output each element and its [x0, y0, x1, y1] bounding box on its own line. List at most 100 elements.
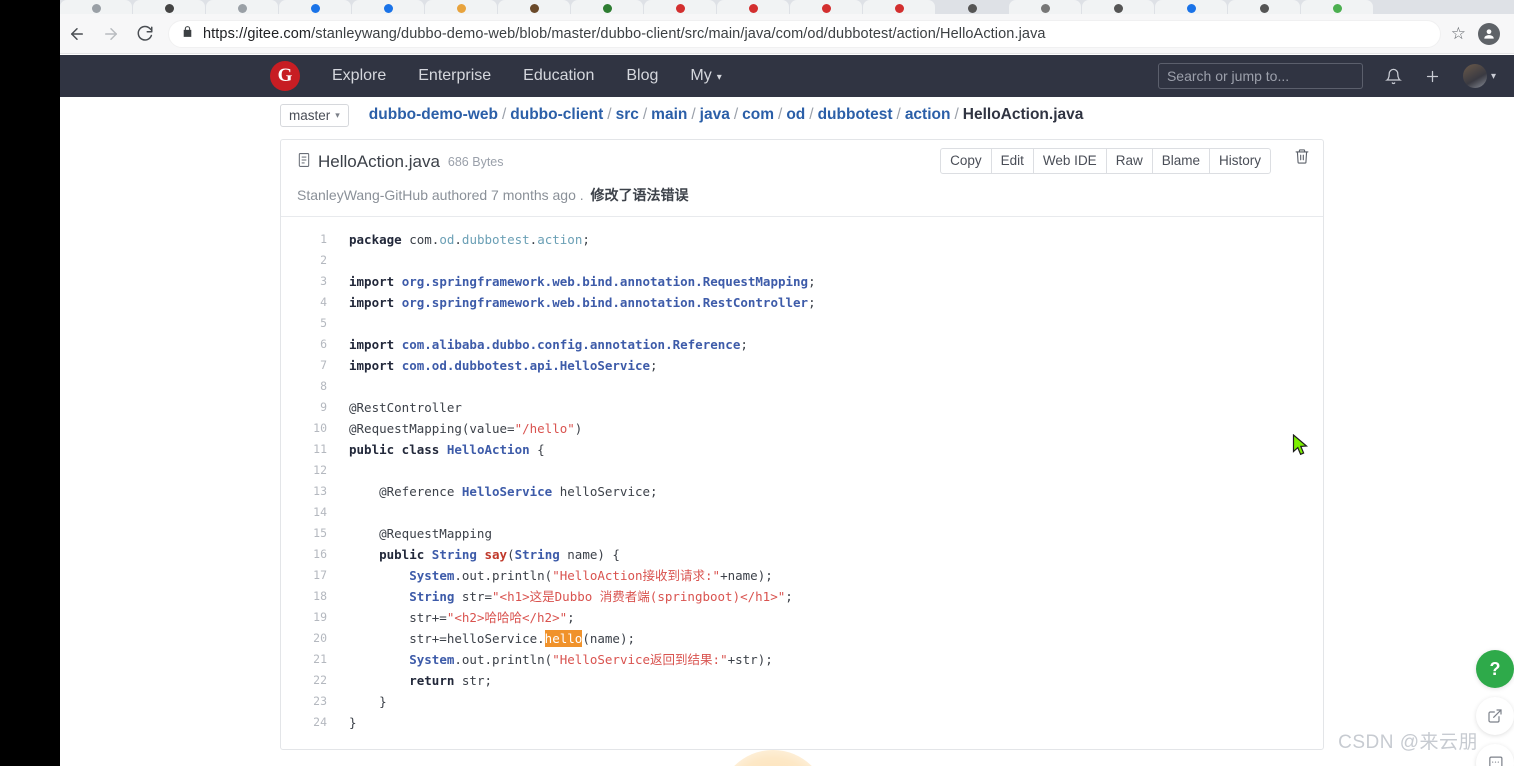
code-token: @RequestMapping(value=: [349, 421, 515, 436]
code-token: name) {: [559, 547, 620, 562]
tab-favicon-icon: [748, 3, 758, 13]
search-placeholder: Search or jump to...: [1166, 68, 1290, 84]
code-viewer[interactable]: 1 package com.od.dubbotest.action; 2 3 impor…: [281, 217, 1323, 766]
search-input[interactable]: Search or jump to...: [1157, 63, 1363, 89]
line-number: 12: [313, 463, 327, 477]
nav-link-education[interactable]: Education: [523, 67, 594, 85]
browser-window: https://gitee.com/stanleywang/dubbo-demo…: [60, 0, 1514, 766]
back-button[interactable]: [60, 17, 94, 51]
crumb-4[interactable]: java: [700, 106, 730, 123]
code-line: 16 public String say(String name) {: [281, 544, 1323, 565]
crumb-7[interactable]: dubbotest: [818, 106, 893, 123]
browser-tab[interactable]: [1155, 0, 1227, 14]
address-bar[interactable]: https://gitee.com/stanleywang/dubbo-demo…: [168, 19, 1441, 48]
crumb-6[interactable]: od: [786, 106, 805, 123]
branch-selector[interactable]: master ▾: [280, 103, 349, 127]
gitee-logo[interactable]: G: [270, 61, 300, 91]
line-number: 1: [320, 232, 327, 246]
code-token: say: [484, 547, 508, 562]
browser-tab[interactable]: [133, 0, 205, 14]
chevron-down-icon: ▾: [335, 109, 340, 120]
browser-tab[interactable]: [790, 0, 862, 14]
copy-button[interactable]: Copy: [941, 149, 992, 173]
crumb-2[interactable]: src: [616, 106, 639, 123]
code-token: ;: [785, 589, 793, 604]
breadcrumb: master ▾ dubbo-demo-web / dubbo-client / src…: [280, 101, 1083, 129]
avatar[interactable]: [1462, 64, 1487, 88]
crumb-sep: /: [642, 106, 648, 123]
code-token: com.: [409, 232, 440, 247]
browser-tab[interactable]: [498, 0, 570, 14]
blame-button[interactable]: Blame: [1153, 149, 1210, 173]
raw-button[interactable]: Raw: [1107, 149, 1153, 173]
crumb-1[interactable]: dubbo-client: [510, 106, 603, 123]
browser-tab[interactable]: [352, 0, 424, 14]
nav-link-enterprise[interactable]: Enterprise: [418, 67, 491, 85]
crumb-5[interactable]: com: [742, 106, 774, 123]
commit-author[interactable]: StanleyWang-GitHub: [297, 187, 428, 203]
plus-icon[interactable]: [1424, 68, 1441, 85]
code-token: com.alibaba.dubbo.config.annotation.Refe…: [401, 337, 741, 352]
browser-tab-strip[interactable]: [60, 0, 1514, 14]
line-number: 11: [313, 442, 327, 456]
code-token: ;: [582, 232, 590, 247]
crumb-3[interactable]: main: [651, 106, 687, 123]
browser-tab[interactable]: [571, 0, 643, 14]
code-token: action: [537, 232, 583, 247]
share-icon[interactable]: [1476, 697, 1514, 735]
browser-tab[interactable]: [1082, 0, 1154, 14]
chevron-down-icon[interactable]: ▾: [1491, 71, 1496, 82]
web-ide-button[interactable]: Web IDE: [1034, 149, 1107, 173]
trash-icon[interactable]: [1294, 148, 1310, 170]
line-number: 4: [320, 295, 327, 309]
browser-tab[interactable]: [936, 0, 1008, 14]
code-line: 21 System.out.println("HelloService返回到结果…: [281, 649, 1323, 670]
tab-favicon-icon: [821, 3, 831, 13]
crumb-0[interactable]: dubbo-demo-web: [369, 106, 498, 123]
edit-button[interactable]: Edit: [992, 149, 1034, 173]
profile-avatar-icon[interactable]: [1478, 22, 1500, 45]
browser-tab[interactable]: [425, 0, 497, 14]
code-line: 5: [281, 313, 1323, 334]
browser-tab[interactable]: [60, 0, 132, 14]
help-button[interactable]: ?: [1476, 650, 1514, 688]
line-number: 6: [320, 337, 327, 351]
code-token: dubbotest: [461, 232, 530, 247]
code-line: 19 str+="<h2>哈哈哈</h2>";: [281, 607, 1323, 628]
browser-tab[interactable]: [1009, 0, 1081, 14]
code-token: public: [379, 547, 432, 562]
history-button[interactable]: History: [1210, 149, 1270, 173]
code-line: 6 import com.alibaba.dubbo.config.annotat…: [281, 334, 1323, 355]
code-token: @RestController: [349, 400, 462, 415]
crumb-8[interactable]: action: [905, 106, 951, 123]
code-text: import org.springframework.web.bind.anno…: [327, 271, 816, 292]
nav-link-blog[interactable]: Blog: [626, 67, 658, 85]
tab-favicon-icon: [675, 3, 685, 13]
highlighted-token[interactable]: hello: [544, 630, 583, 647]
commit-message[interactable]: 修改了语法错误: [591, 187, 689, 203]
tab-favicon-icon: [383, 3, 393, 13]
browser-tab[interactable]: [1301, 0, 1373, 14]
code-token: System: [409, 652, 455, 667]
browser-tab[interactable]: [863, 0, 935, 14]
tab-favicon-icon: [529, 3, 539, 13]
nav-link-my[interactable]: My ▾: [690, 67, 721, 85]
browser-tab[interactable]: [206, 0, 278, 14]
tab-favicon-icon: [967, 3, 977, 13]
browser-tab[interactable]: [279, 0, 351, 14]
browser-tab[interactable]: [644, 0, 716, 14]
forward-button[interactable]: [94, 17, 128, 51]
breadcrumb-path: dubbo-demo-web / dubbo-client / src / main / jav…: [369, 106, 1084, 124]
bookmark-star-icon[interactable]: ☆: [1451, 24, 1466, 44]
line-number: 10: [313, 421, 327, 435]
browser-tab[interactable]: [1228, 0, 1300, 14]
feedback-icon[interactable]: [1476, 744, 1514, 766]
code-token: public class: [349, 442, 447, 457]
bell-icon[interactable]: [1384, 68, 1402, 85]
code-line: 4 import org.springframework.web.bind.ann…: [281, 292, 1323, 313]
nav-link-explore[interactable]: Explore: [332, 67, 386, 85]
line-number: 16: [313, 547, 327, 561]
browser-tab[interactable]: [717, 0, 789, 14]
reload-button[interactable]: [128, 17, 162, 51]
